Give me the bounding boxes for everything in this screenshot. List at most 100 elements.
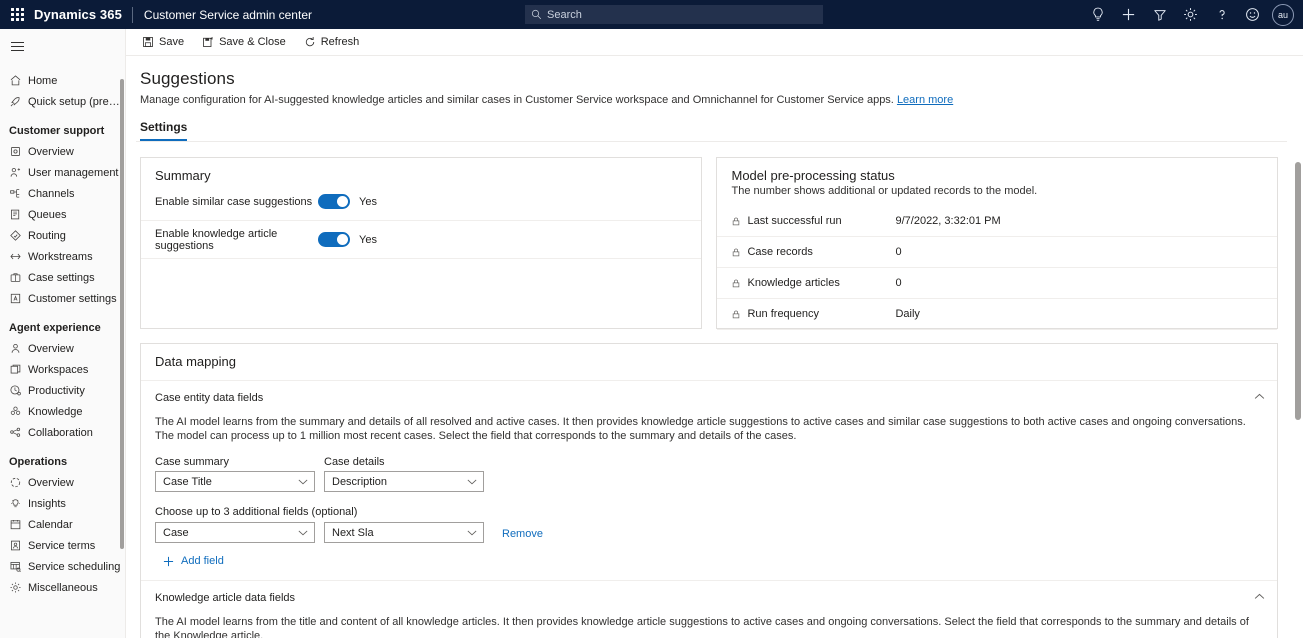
learn-more-link[interactable]: Learn more	[897, 94, 953, 106]
help-icon[interactable]	[1206, 0, 1237, 29]
sidebar-item-collaboration[interactable]: Collaboration	[0, 422, 125, 443]
sidebar-item-miscellaneous[interactable]: Miscellaneous	[0, 577, 125, 598]
tab-settings[interactable]: Settings	[140, 120, 187, 141]
page-title: Suggestions	[136, 69, 1287, 89]
tab-rule	[136, 141, 1287, 142]
sidebar-item-home[interactable]: Home	[0, 70, 125, 91]
sidebar: Home Quick setup (previ... Customer supp…	[0, 29, 126, 638]
data-mapping-title: Data mapping	[141, 344, 1277, 381]
case-details-field: Case details Description	[324, 456, 484, 492]
model-status-description: The number shows additional or updated r…	[717, 183, 1277, 197]
suite-actions: au	[1082, 0, 1299, 29]
briefcase-icon	[9, 270, 26, 286]
save-button[interactable]: Save	[134, 30, 192, 54]
sidebar-item-label: Overview	[26, 146, 74, 158]
case-entity-section: Case entity data fields The AI model lea…	[141, 381, 1277, 581]
additional-entity-dropdown[interactable]: Case	[155, 522, 315, 543]
refresh-button[interactable]: Refresh	[296, 30, 368, 54]
save-and-close-button[interactable]: Save & Close	[194, 30, 294, 54]
chevron-down-icon	[467, 530, 477, 536]
add-field-button[interactable]: Add field	[163, 555, 224, 567]
sidebar-item-service-scheduling[interactable]: Service scheduling	[0, 556, 125, 577]
summary-card-title: Summary	[141, 158, 701, 183]
status-value: 9/7/2022, 3:32:01 PM	[895, 215, 1000, 227]
filter-icon[interactable]	[1144, 0, 1175, 29]
avatar[interactable]: au	[1272, 4, 1294, 26]
case-summary-field: Case summary Case Title	[155, 456, 315, 492]
sidebar-scrollbar[interactable]	[120, 79, 124, 549]
content-area: Save Save & Close Refresh Suggestions Ma…	[126, 29, 1303, 638]
lock-icon	[731, 278, 741, 289]
sidebar-item-channels[interactable]: Channels	[0, 183, 125, 204]
sidebar-group-agent-experience: Agent experience	[0, 318, 125, 338]
cards-row: Summary Enable similar case suggestions …	[136, 157, 1287, 329]
case-details-dropdown[interactable]: Description	[324, 471, 484, 492]
sidebar-item-ae-overview[interactable]: Overview	[0, 338, 125, 359]
knowledge-article-suggestions-row: Enable knowledge article suggestions Yes	[141, 221, 701, 259]
model-status-card: Model pre-processing status The number s…	[716, 157, 1278, 329]
queues-icon	[9, 207, 26, 223]
sidebar-item-label: Channels	[26, 188, 74, 200]
sidebar-item-op-overview[interactable]: Overview	[0, 472, 125, 493]
chevron-up-icon[interactable]	[1254, 593, 1265, 600]
sidebar-item-knowledge[interactable]: Knowledge	[0, 401, 125, 422]
search-input[interactable]: Search	[525, 5, 823, 24]
sidebar-item-case-settings[interactable]: Case settings	[0, 267, 125, 288]
sidebar-item-workspaces[interactable]: Workspaces	[0, 359, 125, 380]
page-subtitle-text: Manage configuration for AI-suggested kn…	[140, 94, 894, 106]
sidebar-item-customer-settings[interactable]: Customer settings	[0, 288, 125, 309]
similar-case-suggestions-row: Enable similar case suggestions Yes	[141, 183, 701, 221]
waffle-icon[interactable]	[0, 0, 34, 29]
workstreams-icon	[9, 249, 26, 265]
sidebar-item-queues[interactable]: Queues	[0, 204, 125, 225]
sidebar-item-label: Quick setup (previ...	[26, 96, 125, 108]
knowledge-icon	[9, 404, 26, 420]
sidebar-item-label: Calendar	[26, 519, 73, 531]
sidebar-item-user-management[interactable]: User management	[0, 162, 125, 183]
sidebar-item-label: User management	[26, 167, 119, 179]
smiley-icon[interactable]	[1237, 0, 1268, 29]
case-additional-fields: Case Next Sla	[155, 522, 1263, 543]
similar-case-suggestions-label: Enable similar case suggestions	[155, 196, 318, 208]
sidebar-item-cs-overview[interactable]: Overview	[0, 141, 125, 162]
case-details-label: Case details	[324, 456, 484, 468]
page-scrollbar[interactable]	[1295, 162, 1301, 420]
service-scheduling-icon	[9, 559, 26, 575]
additional-attribute-dropdown[interactable]: Next Sla	[324, 522, 484, 543]
status-label: Run frequency	[747, 308, 895, 320]
sidebar-item-routing[interactable]: Routing	[0, 225, 125, 246]
lock-icon	[731, 309, 741, 320]
app-name-label[interactable]: Customer Service admin center	[133, 8, 312, 22]
status-label: Last successful run	[747, 215, 895, 227]
sidebar-item-quick-setup[interactable]: Quick setup (previ...	[0, 91, 125, 112]
knowledge-article-suggestions-toggle[interactable]	[318, 232, 350, 247]
refresh-icon	[304, 36, 316, 48]
additional-fields-label: Choose up to 3 additional fields (option…	[155, 506, 1263, 518]
plus-icon[interactable]	[1113, 0, 1144, 29]
sidebar-item-label: Workspaces	[26, 364, 88, 376]
case-summary-dropdown[interactable]: Case Title	[155, 471, 315, 492]
remove-field-link[interactable]: Remove	[502, 526, 543, 540]
model-status-title: Model pre-processing status	[717, 158, 1277, 183]
sidebar-item-workstreams[interactable]: Workstreams	[0, 246, 125, 267]
miscellaneous-icon	[9, 580, 26, 596]
hamburger-menu-icon[interactable]	[0, 31, 34, 61]
sidebar-item-productivity[interactable]: Productivity	[0, 380, 125, 401]
brand-label[interactable]: Dynamics 365	[34, 7, 132, 22]
case-details-value: Description	[332, 476, 387, 488]
lightbulb-icon[interactable]	[1082, 0, 1113, 29]
sidebar-item-service-terms[interactable]: Service terms	[0, 535, 125, 556]
gear-icon[interactable]	[1175, 0, 1206, 29]
sidebar-item-calendar[interactable]: Calendar	[0, 514, 125, 535]
sidebar-item-insights[interactable]: Insights	[0, 493, 125, 514]
save-and-close-icon	[202, 36, 214, 48]
tab-list: Settings	[136, 120, 1287, 141]
productivity-icon	[9, 383, 26, 399]
chevron-up-icon[interactable]	[1254, 393, 1265, 400]
status-label: Case records	[747, 246, 895, 258]
calendar-icon	[9, 517, 26, 533]
search-placeholder: Search	[547, 9, 582, 21]
overview-icon	[9, 144, 26, 160]
sidebar-item-label: Customer settings	[26, 293, 117, 305]
similar-case-suggestions-toggle[interactable]	[318, 194, 350, 209]
